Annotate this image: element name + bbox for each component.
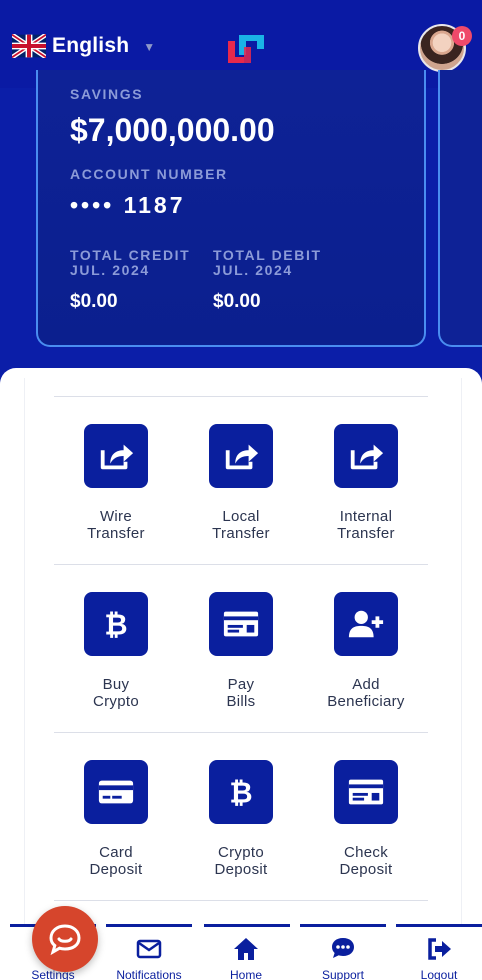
account-number-label: ACCOUNT NUMBER: [70, 166, 228, 182]
divider: [54, 732, 428, 733]
local-transfer-button[interactable]: Local Transfer: [176, 424, 306, 542]
chat-bubble-icon: [49, 924, 81, 956]
divider: [54, 900, 428, 901]
language-label: English: [52, 34, 130, 57]
action-label: Add Beneficiary: [327, 676, 405, 710]
svg-text:₿: ₿: [229, 776, 252, 809]
home-icon: [234, 938, 258, 960]
internal-transfer-icon-box: [334, 424, 398, 488]
nav-label: Logout: [420, 968, 458, 980]
nav-support[interactable]: Support: [295, 936, 391, 980]
wire-transfer-icon-box: [84, 424, 148, 488]
card-deposit-button[interactable]: Card Deposit: [51, 760, 181, 878]
logout-icon: [428, 938, 451, 960]
internal-transfer-button[interactable]: Internal Transfer: [301, 424, 431, 542]
uk-flag-icon: [12, 34, 46, 58]
buy-crypto-button[interactable]: ₿ Buy Crypto: [51, 592, 181, 710]
check-deposit-icon-box: [334, 760, 398, 824]
nav-notifications[interactable]: Notifications: [101, 936, 197, 980]
language-selector[interactable]: English ▼: [12, 34, 155, 58]
bill-card-icon: [348, 779, 384, 805]
account-card[interactable]: SAVINGS $7,000,000.00 ACCOUNT NUMBER •••…: [36, 70, 426, 347]
share-square-icon: [225, 444, 259, 470]
next-account-card[interactable]: [438, 70, 482, 347]
bitcoin-icon: ₿: [104, 608, 127, 641]
divider: [54, 564, 428, 565]
total-credit-period: JUL. 2024: [70, 262, 150, 278]
nav-indicator: [204, 924, 290, 927]
crypto-deposit-icon-box: ₿: [209, 760, 273, 824]
pay-bills-button[interactable]: Pay Bills: [176, 592, 306, 710]
crypto-deposit-button[interactable]: ₿ Crypto Deposit: [176, 760, 306, 878]
buy-crypto-icon-box: ₿: [84, 592, 148, 656]
local-transfer-icon-box: [209, 424, 273, 488]
share-square-icon: [350, 444, 384, 470]
bank-logo: [228, 35, 264, 63]
user-plus-icon: [348, 610, 384, 638]
action-label: Check Deposit: [339, 844, 393, 878]
action-label: Wire Transfer: [87, 508, 145, 542]
add-beneficiary-icon-box: [334, 592, 398, 656]
total-credit-value: $0.00: [70, 291, 118, 312]
nav-home[interactable]: Home: [198, 936, 294, 980]
credit-card-icon: [98, 780, 134, 804]
action-label: Internal Transfer: [337, 508, 395, 542]
nav-label: Notifications: [116, 968, 182, 980]
profile-button[interactable]: 0: [418, 24, 472, 72]
card-deposit-icon-box: [84, 760, 148, 824]
bitcoin-icon: ₿: [229, 776, 252, 809]
action-label: Local Transfer: [212, 508, 270, 542]
caret-down-icon: ▼: [143, 40, 156, 54]
nav-label: Home: [229, 968, 262, 980]
action-label: Buy Crypto: [93, 676, 139, 710]
total-debit-period: JUL. 2024: [213, 262, 293, 278]
total-credit-label: TOTAL CREDIT: [70, 247, 191, 263]
nav-indicator: [300, 924, 386, 927]
envelope-icon: [136, 939, 162, 959]
total-debit-label: TOTAL DEBIT: [213, 247, 322, 263]
bill-card-icon: [223, 611, 259, 637]
total-debit-value: $0.00: [213, 291, 261, 312]
pay-bills-icon-box: [209, 592, 273, 656]
action-label: Pay Bills: [226, 676, 256, 710]
nav-label: Support: [321, 968, 365, 980]
action-label: Card Deposit: [89, 844, 143, 878]
share-square-icon: [100, 444, 134, 470]
account-balance: $7,000,000.00: [70, 112, 275, 148]
svg-text:₿: ₿: [104, 608, 127, 641]
notification-badge: 0: [452, 26, 472, 46]
nav-indicator: [106, 924, 192, 927]
add-beneficiary-button[interactable]: Add Beneficiary: [301, 592, 431, 710]
divider: [54, 396, 428, 397]
account-number: •••• 1187: [70, 192, 186, 218]
account-type-label: SAVINGS: [70, 86, 144, 102]
live-chat-button[interactable]: [32, 906, 98, 972]
nav-logout[interactable]: Logout: [391, 936, 482, 980]
wire-transfer-button[interactable]: Wire Transfer: [51, 424, 181, 542]
action-label: Crypto Deposit: [214, 844, 268, 878]
nav-indicator: [396, 924, 482, 927]
check-deposit-button[interactable]: Check Deposit: [301, 760, 431, 878]
chat-dots-icon: [332, 938, 354, 958]
